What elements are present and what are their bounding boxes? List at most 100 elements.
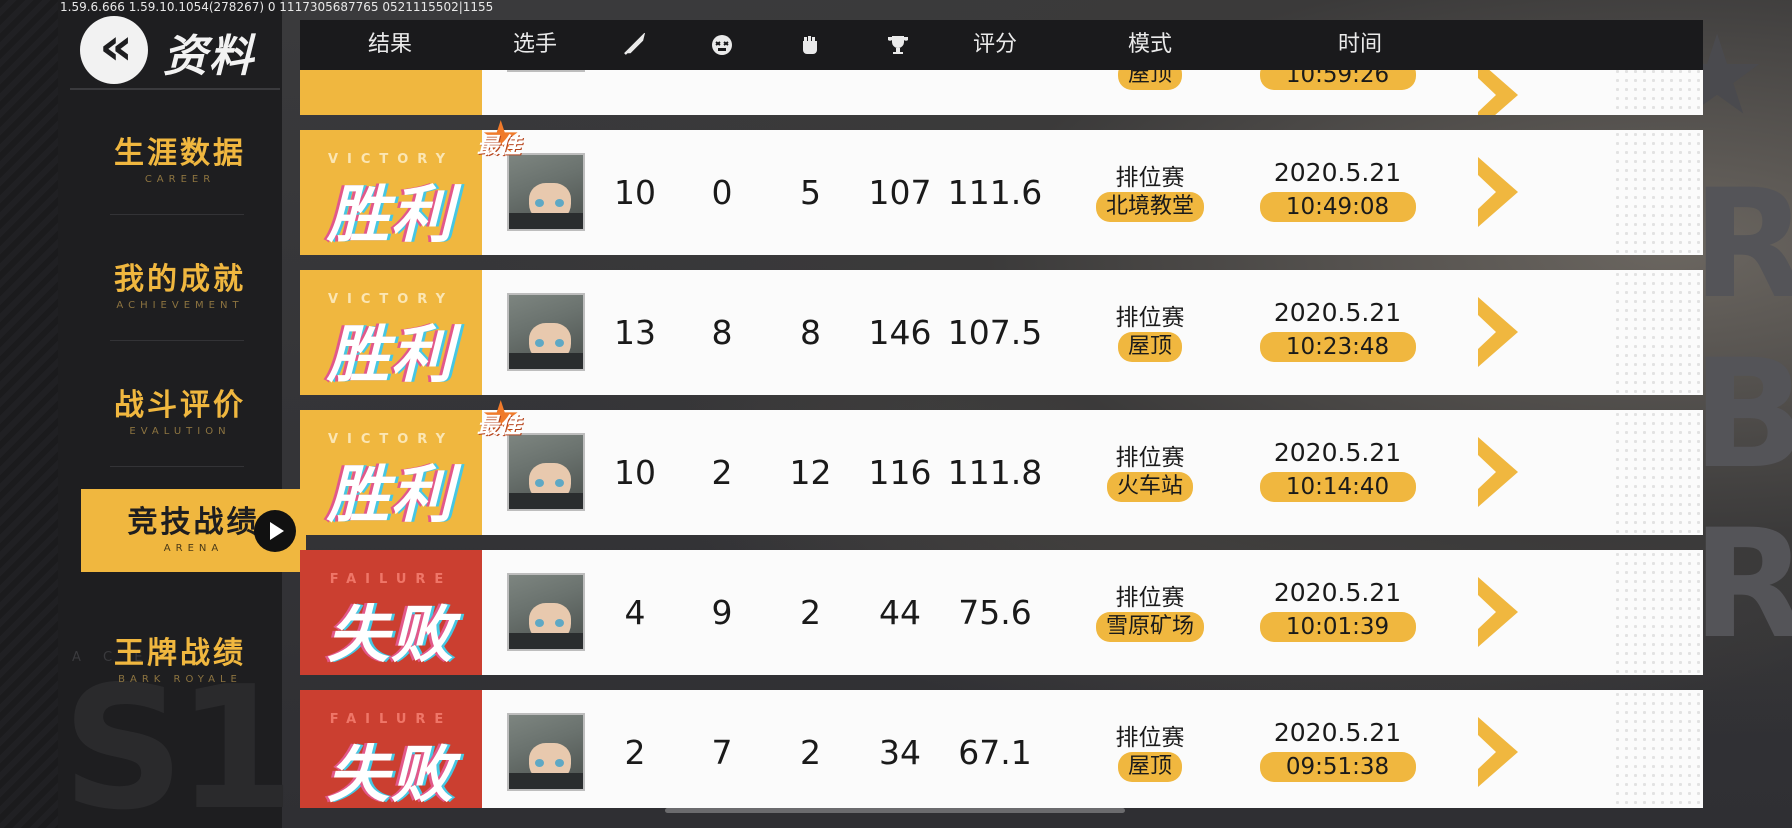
player-avatar bbox=[507, 713, 585, 791]
mode-type: 排位赛 bbox=[1115, 305, 1185, 331]
assists-cell: 12 bbox=[789, 453, 832, 492]
player-avatar bbox=[507, 293, 585, 371]
nav-item-achievement[interactable]: 我的成就 ACHIEVEMENT bbox=[80, 246, 280, 328]
nav-item-sublabel: EVALUTION bbox=[129, 426, 231, 437]
match-date: 2020.5.21 bbox=[1273, 158, 1402, 187]
deaths-cell: 2 bbox=[711, 453, 733, 492]
assists-cell: 2 bbox=[800, 593, 821, 632]
match-date: 2020.5.21 bbox=[1273, 718, 1402, 747]
sidebar-stripe bbox=[0, 0, 58, 828]
back-button[interactable]: « bbox=[80, 16, 148, 84]
header-score: 评分 bbox=[972, 32, 1017, 57]
time-pill: 10:14:40 bbox=[1259, 472, 1416, 502]
mode-cell: 排位赛 火车站 bbox=[1080, 438, 1220, 502]
kills-cell: 10 bbox=[614, 453, 656, 492]
score-cell: 75.6 bbox=[958, 593, 1032, 632]
chevron-right-icon[interactable] bbox=[1478, 157, 1518, 227]
time-cell: 2020.5.21 10:49:08 bbox=[1255, 158, 1420, 222]
chevron-right-icon[interactable] bbox=[1478, 577, 1518, 647]
time-cell: 2020.5.21 10:01:39 bbox=[1255, 578, 1420, 642]
nav-item-label: 我的成就 bbox=[114, 262, 246, 297]
match-row[interactable]: FAILURE 失败 2 7 2 34 67.1 排位赛 屋顶 2020.5.2… bbox=[300, 690, 1703, 808]
assists-cell: 8 bbox=[800, 313, 821, 352]
result-loss: FAILURE 失败 bbox=[300, 690, 482, 808]
map-pill: 屋顶 bbox=[1117, 332, 1182, 362]
result-label-cn: 胜利 bbox=[326, 318, 455, 391]
nav-item-evaluation[interactable]: 战斗评价 EVALUTION bbox=[80, 372, 280, 454]
table-header: 结果 选手 评分 模式 时间 bbox=[300, 20, 1703, 70]
points-cell: 107 bbox=[868, 173, 932, 212]
score-cell: 111.6 bbox=[947, 173, 1043, 212]
nav-item-sublabel: CAREER bbox=[144, 174, 216, 185]
match-row[interactable]: FAILURE 失败 4 9 2 44 75.6 排位赛 雪原矿场 2020.5… bbox=[300, 550, 1703, 675]
kills-cell: 13 bbox=[614, 313, 656, 352]
chevron-right-icon[interactable] bbox=[1478, 717, 1518, 787]
nav-item-label: 生涯数据 bbox=[114, 136, 246, 171]
result-label-cn: 胜利 bbox=[326, 458, 455, 531]
page-title: 资料 bbox=[163, 31, 255, 82]
match-date: 2020.5.21 bbox=[1273, 438, 1402, 467]
chevron-right-icon[interactable] bbox=[1478, 437, 1518, 507]
play-icon bbox=[254, 510, 296, 552]
mode-cell: 排位赛 屋顶 bbox=[1080, 718, 1220, 782]
nav-item-career[interactable]: 生涯数据 CAREER bbox=[80, 120, 280, 202]
nav-item-arena[interactable]: 竞技战绩 ARENA bbox=[81, 489, 306, 572]
nav-item-bark-royale[interactable]: 王牌战绩 BARK ROYALE bbox=[80, 620, 280, 702]
assists-cell: 5 bbox=[800, 173, 821, 212]
time-cell: 2020.5.21 10:23:48 bbox=[1255, 298, 1420, 362]
nav-item-label: 战斗评价 bbox=[114, 388, 246, 423]
sword-icon bbox=[623, 33, 646, 55]
trophy-icon bbox=[888, 36, 908, 54]
map-pill: 火车站 bbox=[1106, 472, 1193, 502]
kills-cell: 10 bbox=[614, 173, 656, 212]
deaths-cell: 7 bbox=[711, 733, 733, 772]
time-cell: 2020.5.21 10:14:40 bbox=[1255, 438, 1420, 502]
kills-cell: 4 bbox=[624, 593, 646, 632]
nav-item-label: 王牌战绩 bbox=[114, 636, 246, 671]
divider bbox=[110, 214, 244, 215]
home-indicator bbox=[665, 808, 1125, 813]
result-win: VICTORY 胜利 bbox=[300, 410, 482, 535]
score-cell: 111.8 bbox=[947, 453, 1043, 492]
points-cell: 146 bbox=[868, 313, 932, 352]
best-badge: ★ 最佳 bbox=[473, 116, 537, 172]
divider bbox=[110, 340, 244, 341]
match-date: 2020.5.21 bbox=[1273, 578, 1402, 607]
mode-type: 排位赛 bbox=[1115, 585, 1185, 611]
deaths-cell: 0 bbox=[711, 173, 733, 212]
mode-cell: 排位赛 北境教堂 bbox=[1080, 158, 1220, 222]
result-label-cn: 失败 bbox=[326, 738, 455, 808]
debug-overlay: 1.59.6.666 1.59.10.1054(278267) 0 111730… bbox=[60, 0, 494, 14]
dot-pattern bbox=[1613, 130, 1703, 255]
mode-type: 排位赛 bbox=[1115, 725, 1185, 751]
header-time: 时间 bbox=[1337, 32, 1382, 57]
sidebar: S1 A C E « 资料 生涯数据 CAREER 我的成就 ACHIEVEME… bbox=[0, 0, 306, 828]
fist-icon bbox=[803, 36, 817, 54]
time-pill: 10:49:08 bbox=[1259, 192, 1416, 222]
match-date: 2020.5.21 bbox=[1273, 298, 1402, 327]
result-label-cn: 失败 bbox=[326, 598, 455, 671]
result-loss: FAILURE 失败 bbox=[300, 550, 482, 675]
result-win: VICTORY 胜利 bbox=[300, 130, 482, 255]
points-cell: 116 bbox=[868, 453, 932, 492]
time-pill: 10:01:39 bbox=[1259, 612, 1416, 642]
kills-cell: 2 bbox=[624, 733, 646, 772]
best-badge: ★ 最佳 bbox=[473, 396, 537, 452]
skull-icon bbox=[712, 35, 732, 55]
mode-cell: 排位赛 屋顶 bbox=[1080, 298, 1220, 362]
result-label-cn: 胜利 bbox=[326, 178, 455, 251]
deaths-cell: 9 bbox=[711, 593, 733, 632]
map-pill: 屋顶 bbox=[1117, 752, 1182, 782]
chevron-right-icon[interactable] bbox=[1478, 297, 1518, 367]
time-cell: 2020.5.21 09:51:38 bbox=[1255, 718, 1420, 782]
best-label: 最佳 bbox=[477, 134, 522, 159]
deaths-cell: 8 bbox=[711, 313, 733, 352]
mode-cell: 排位赛 雪原矿场 bbox=[1080, 578, 1220, 642]
match-row[interactable]: VICTORY 胜利 13 8 8 146 107.5 排位赛 屋顶 2020.… bbox=[300, 270, 1703, 395]
mode-type: 排位赛 bbox=[1115, 445, 1185, 471]
result-win: VICTORY 胜利 bbox=[300, 270, 482, 395]
background-lettering: RBR bbox=[1692, 158, 1792, 672]
points-cell: 44 bbox=[879, 593, 921, 632]
dot-pattern bbox=[1613, 270, 1703, 395]
nav-item-sublabel: BARK ROYALE bbox=[118, 674, 242, 685]
